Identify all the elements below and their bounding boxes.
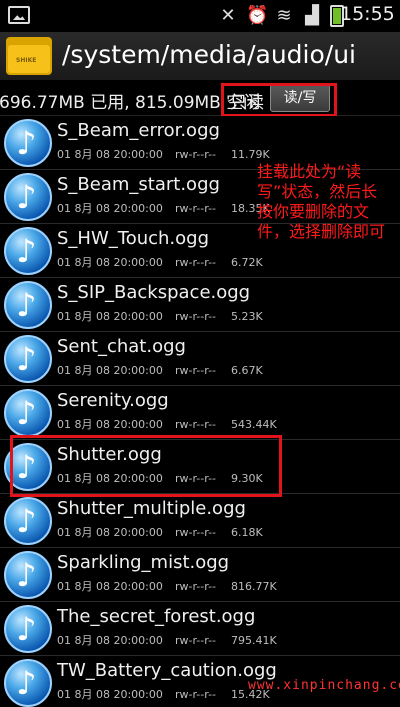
file-permissions: rw-r--r-- xyxy=(175,634,217,647)
file-name: Shutter_multiple.ogg xyxy=(57,498,246,519)
music-note-icon: ♪ xyxy=(4,335,52,383)
file-meta: 01 8月 08 20:00:00 rw-r--r-- 6.72K xyxy=(57,254,263,270)
file-size: 816.77K xyxy=(231,580,277,593)
file-meta: 01 8月 08 20:00:00 rw-r--r-- 795.41K xyxy=(57,632,277,648)
title-bar: SHIKE /system/media/audio/ui xyxy=(0,32,400,80)
shutter-highlight xyxy=(10,435,282,497)
file-row[interactable]: ♪ The_secret_forest.ogg 01 8月 08 20:00:00 r… xyxy=(0,602,400,656)
file-meta: 01 8月 08 20:00:00 rw-r--r-- 6.67K xyxy=(57,362,263,378)
file-permissions: rw-r--r-- xyxy=(175,580,217,593)
music-note-icon: ♪ xyxy=(4,119,52,167)
file-date: 01 8月 08 20:00:00 xyxy=(57,256,163,269)
mute-icon: ✕ xyxy=(220,5,236,26)
file-row[interactable]: ♪ Sent_chat.ogg 01 8月 08 20:00:00 rw-r--r--… xyxy=(0,332,400,386)
file-date: 01 8月 08 20:00:00 xyxy=(57,364,163,377)
file-permissions: rw-r--r-- xyxy=(175,418,217,431)
file-name: S_Beam_start.ogg xyxy=(57,174,220,195)
file-size: 6.67K xyxy=(231,364,263,377)
music-note-icon: ♪ xyxy=(4,605,52,653)
file-name: Sparkling_mist.ogg xyxy=(57,552,230,573)
file-size: 6.72K xyxy=(231,256,263,269)
file-name: TW_Battery_caution.ogg xyxy=(57,660,277,681)
alarm-icon: ⏰ xyxy=(246,5,269,26)
file-meta: 01 8月 08 20:00:00 rw-r--r-- 816.77K xyxy=(57,578,277,594)
file-permissions: rw-r--r-- xyxy=(175,148,217,161)
signal-icon: ▟ xyxy=(305,5,319,26)
file-size: 11.79K xyxy=(231,148,270,161)
file-meta: 01 8月 08 20:00:00 rw-r--r-- 543.44K xyxy=(57,416,277,432)
file-permissions: rw-r--r-- xyxy=(175,364,217,377)
music-note-icon: ♪ xyxy=(4,389,52,437)
file-name: S_Beam_error.ogg xyxy=(57,120,220,141)
file-permissions: rw-r--r-- xyxy=(175,526,217,539)
clock: 15:55 xyxy=(340,3,395,25)
file-name: S_SIP_Backspace.ogg xyxy=(57,282,251,303)
current-path: /system/media/audio/ui xyxy=(62,40,357,69)
file-row[interactable]: ♪ S_SIP_Backspace.ogg 01 8月 08 20:00:00 rw-… xyxy=(0,278,400,332)
file-date: 01 8月 08 20:00:00 xyxy=(57,688,163,701)
file-permissions: rw-r--r-- xyxy=(175,256,217,269)
file-permissions: rw-r--r-- xyxy=(175,310,217,323)
file-size: 6.18K xyxy=(231,526,263,539)
file-permissions: rw-r--r-- xyxy=(175,202,217,215)
file-name: Serenity.ogg xyxy=(57,390,169,411)
file-date: 01 8月 08 20:00:00 xyxy=(57,202,163,215)
file-meta: 01 8月 08 20:00:00 rw-r--r-- 11.79K xyxy=(57,146,270,162)
file-date: 01 8月 08 20:00:00 xyxy=(57,148,163,161)
music-note-icon: ♪ xyxy=(4,227,52,275)
file-size: 795.41K xyxy=(231,634,277,647)
folder-icon[interactable]: SHIKE xyxy=(6,37,52,75)
file-date: 01 8月 08 20:00:00 xyxy=(57,310,163,323)
file-date: 01 8月 08 20:00:00 xyxy=(57,418,163,431)
file-name: The_secret_forest.ogg xyxy=(57,606,256,627)
file-size: 5.23K xyxy=(231,310,263,323)
file-date: 01 8月 08 20:00:00 xyxy=(57,580,163,593)
music-note-icon: ♪ xyxy=(4,281,52,329)
folder-icon-label: SHIKE xyxy=(16,57,37,64)
music-note-icon: ♪ xyxy=(4,497,52,545)
image-icon xyxy=(8,6,30,24)
file-row[interactable]: ♪ Serenity.ogg 01 8月 08 20:00:00 rw-r--r-- 5… xyxy=(0,386,400,440)
music-note-icon: ♪ xyxy=(4,551,52,599)
wifi-icon: ≋ xyxy=(276,5,292,26)
file-meta: 01 8月 08 20:00:00 rw-r--r-- 6.18K xyxy=(57,524,263,540)
file-meta: 01 8月 08 20:00:00 rw-r--r-- 5.23K xyxy=(57,308,263,324)
instruction-annotation: 挂载此处为“读写”状态，然后长按你要删除的文件，选择删除即可 xyxy=(257,162,386,241)
file-row[interactable]: ♪ Shutter_multiple.ogg 01 8月 08 20:00:00 rw… xyxy=(0,494,400,548)
file-name: Sent_chat.ogg xyxy=(57,336,186,357)
file-name: S_HW_Touch.ogg xyxy=(57,228,210,249)
file-date: 01 8月 08 20:00:00 xyxy=(57,526,163,539)
file-size: 543.44K xyxy=(231,418,277,431)
file-date: 01 8月 08 20:00:00 xyxy=(57,634,163,647)
watermark: www.xinpinchang.com xyxy=(248,678,400,693)
file-permissions: rw-r--r-- xyxy=(175,688,217,701)
status-icons: ✕ ⏰ ≋ ▟ xyxy=(218,4,344,28)
mount-mode-highlight xyxy=(221,83,337,117)
music-note-icon: ♪ xyxy=(4,173,52,221)
music-note-icon: ♪ xyxy=(4,659,52,707)
status-bar: ✕ ⏰ ≋ ▟ 15:55 xyxy=(0,0,400,32)
file-meta: 01 8月 08 20:00:00 rw-r--r-- 15.42K xyxy=(57,686,270,702)
info-bar: 696.77MB 已用, 815.09MB 空闲 只读 读/写 xyxy=(0,80,400,116)
file-meta: 01 8月 08 20:00:00 rw-r--r-- 18.35K xyxy=(57,200,270,216)
file-row[interactable]: ♪ Sparkling_mist.ogg 01 8月 08 20:00:00 rw-r… xyxy=(0,548,400,602)
